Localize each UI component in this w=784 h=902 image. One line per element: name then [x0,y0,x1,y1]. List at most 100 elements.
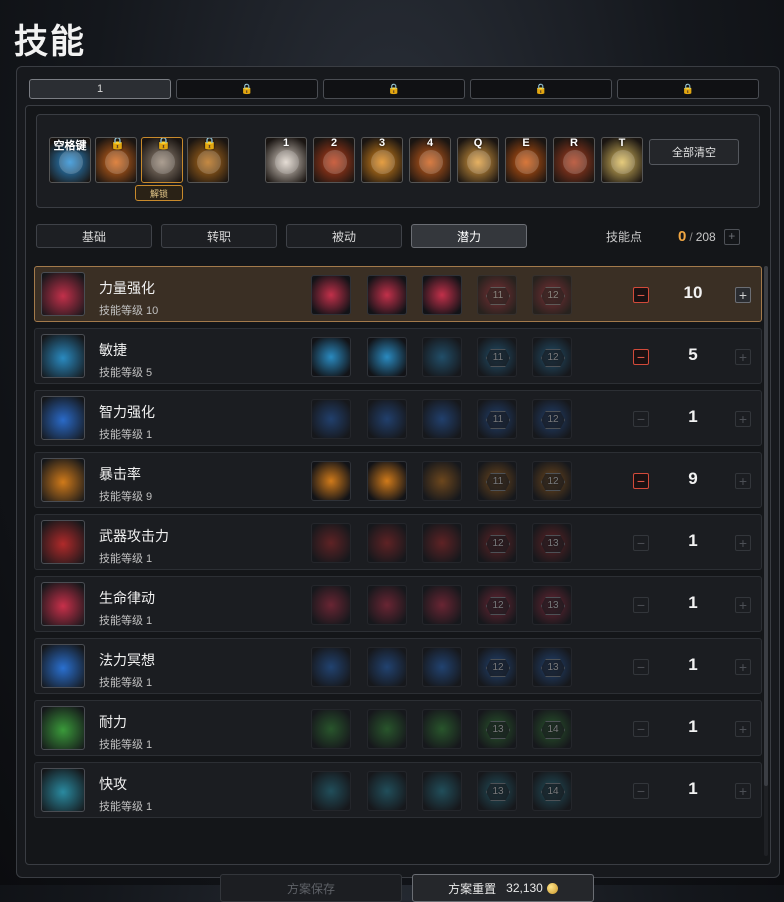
skill-tier-node[interactable]: 12 [532,337,572,377]
skill-row[interactable]: 力量强化 技能等级 10 11 12 − 10 + [34,266,762,322]
skill-tier-node[interactable] [367,771,407,811]
preset-tab-1[interactable]: 1 [29,79,171,99]
scrollbar-thumb[interactable] [764,266,768,786]
skill-row[interactable]: 快攻 技能等级 1 13 14 − 1 + [34,762,762,818]
hotbar-slot-3[interactable]: 🔒 [141,137,183,183]
category-tab-4[interactable]: 潜力 [411,224,527,248]
skill-tier-node[interactable]: 12 [477,585,517,625]
increase-button[interactable]: + [735,473,751,489]
hotbar-slot-9[interactable]: Q [457,137,499,183]
clear-all-button[interactable]: 全部清空 [649,139,739,165]
increase-button[interactable]: + [735,287,751,303]
skill-tier-node[interactable]: 14 [532,709,572,749]
skill-tier-node[interactable]: 14 [532,771,572,811]
decrease-button[interactable]: − [633,721,649,737]
skill-tier-node[interactable] [422,399,462,439]
increase-button[interactable]: + [735,349,751,365]
skill-row[interactable]: 耐力 技能等级 1 13 14 − 1 + [34,700,762,756]
skill-tier-node[interactable] [311,585,351,625]
increase-button[interactable]: + [735,659,751,675]
skill-tier-node[interactable] [311,275,351,315]
skill-tier-node[interactable] [367,461,407,501]
save-preset-button[interactable]: 方案保存 [220,874,402,902]
skill-tier-node[interactable] [367,275,407,315]
hotbar-slot-4[interactable]: 🔒 [187,137,229,183]
decrease-button[interactable]: − [633,659,649,675]
hotbar-slot-10[interactable]: E [505,137,547,183]
hotbar-slot-6[interactable]: 2 [313,137,355,183]
increase-button[interactable]: + [735,721,751,737]
hotbar-slot-5[interactable]: 1 [265,137,307,183]
skill-row[interactable]: 暴击率 技能等级 9 11 12 − 9 + [34,452,762,508]
skill-tier-node[interactable] [367,523,407,563]
decrease-button[interactable]: − [633,287,649,303]
skill-row[interactable]: 武器攻击力 技能等级 1 12 13 − 1 + [34,514,762,570]
increase-button[interactable]: + [735,783,751,799]
skill-tier-node[interactable] [422,647,462,687]
skill-tier-node[interactable] [311,709,351,749]
increase-button[interactable]: + [735,597,751,613]
decrease-button[interactable]: − [633,535,649,551]
skill-tier-node[interactable] [422,461,462,501]
decrease-button[interactable]: − [633,597,649,613]
skill-tier-node[interactable]: 12 [477,523,517,563]
skill-points-plus-button[interactable]: + [723,228,740,245]
skill-tier-node[interactable] [422,275,462,315]
preset-tab-2[interactable]: 🔒 [176,79,318,99]
skill-tier-node[interactable] [311,771,351,811]
skill-tier-node[interactable] [311,647,351,687]
skill-row[interactable]: 智力强化 技能等级 1 11 12 − 1 + [34,390,762,446]
skill-tier-node[interactable] [422,523,462,563]
hotbar-slot-8[interactable]: 4 [409,137,451,183]
skill-tier-node[interactable]: 12 [532,275,572,315]
skill-tier-node[interactable] [367,337,407,377]
category-tab-2[interactable]: 转职 [161,224,277,248]
skill-tier-node[interactable]: 11 [477,275,517,315]
decrease-button[interactable]: − [633,783,649,799]
skill-tier-node[interactable] [367,647,407,687]
skill-tier-node[interactable] [311,461,351,501]
category-tab-1[interactable]: 基础 [36,224,152,248]
skill-tier-node[interactable]: 11 [477,399,517,439]
skill-list-scrollbar[interactable] [764,266,768,856]
hotbar-slot-12[interactable]: T [601,137,643,183]
skill-row[interactable]: 生命律动 技能等级 1 12 13 − 1 + [34,576,762,632]
preset-tab-3[interactable]: 🔒 [323,79,465,99]
skill-row[interactable]: 敏捷 技能等级 5 11 12 − 5 + [34,328,762,384]
decrease-button[interactable]: − [633,473,649,489]
skill-tier-node[interactable]: 13 [477,709,517,749]
category-tab-3[interactable]: 被动 [286,224,402,248]
preset-tab-5[interactable]: 🔒 [617,79,759,99]
skill-tier-node[interactable] [422,337,462,377]
decrease-button[interactable]: − [633,349,649,365]
increase-button[interactable]: + [735,535,751,551]
hotbar-slot-7[interactable]: 3 [361,137,403,183]
skill-tier-node[interactable] [367,399,407,439]
skill-row[interactable]: 法力冥想 技能等级 1 12 13 − 1 + [34,638,762,694]
hotbar-slot-2[interactable]: 🔒 [95,137,137,183]
skill-tier-node[interactable] [311,523,351,563]
skill-tier-node[interactable]: 11 [477,461,517,501]
skill-tier-node[interactable]: 12 [477,647,517,687]
skill-tier-node[interactable] [311,399,351,439]
hotbar-slot-11[interactable]: R [553,137,595,183]
skill-tier-node[interactable]: 13 [477,771,517,811]
skill-tier-node[interactable]: 12 [532,399,572,439]
skill-tier-node[interactable]: 13 [532,523,572,563]
skill-tier-node[interactable]: 11 [477,337,517,377]
skill-tier-node[interactable]: 12 [532,461,572,501]
skill-tier-node[interactable]: 13 [532,647,572,687]
reset-preset-button[interactable]: 方案重置 32,130 [412,874,594,902]
skill-tier-node[interactable]: 13 [532,585,572,625]
skill-tier-node[interactable] [422,585,462,625]
unlock-button[interactable]: 解锁 [135,185,183,201]
skill-tier-node[interactable] [422,771,462,811]
increase-button[interactable]: + [735,411,751,427]
skill-tier-node[interactable] [367,709,407,749]
skill-tier-node[interactable] [367,585,407,625]
preset-tab-4[interactable]: 🔒 [470,79,612,99]
decrease-button[interactable]: − [633,411,649,427]
skill-tier-node[interactable] [422,709,462,749]
skill-tier-node[interactable] [311,337,351,377]
hotbar-slot-1[interactable]: 空格键 [49,137,91,183]
